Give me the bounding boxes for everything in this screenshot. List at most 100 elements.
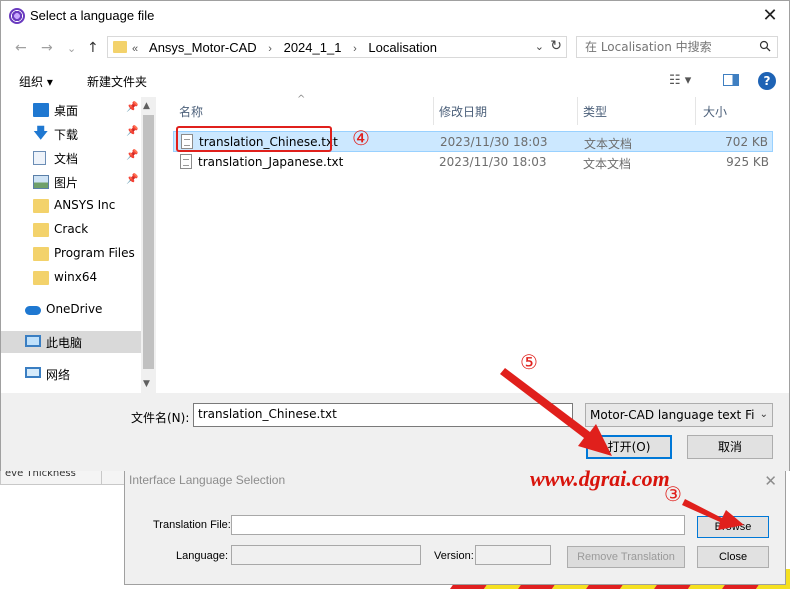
folder-icon — [33, 247, 49, 261]
sidebar-item-winx64[interactable]: winx64 — [1, 267, 141, 289]
select-language-file-dialog: Select a language file ✕ ← → ⌄ ↑ « Ansys… — [0, 0, 790, 471]
recent-locations-chevron-icon[interactable]: ⌄ — [67, 42, 76, 55]
refresh-icon[interactable]: ↻ — [550, 38, 562, 54]
change-view-icon[interactable]: ☷ ▾ — [669, 73, 691, 88]
address-box[interactable]: « Ansys_Motor-CAD › 2024_1_1 › Localisat… — [107, 36, 567, 58]
help-icon[interactable]: ? — [758, 72, 776, 90]
pin-icon: 📌 — [126, 126, 139, 137]
version-label: Version: — [434, 550, 474, 562]
pin-icon: 📌 — [126, 174, 139, 185]
sidebar-item-onedrive[interactable]: OneDrive — [1, 299, 141, 321]
search-input[interactable] — [577, 37, 753, 57]
sidebar-item-label: 网络 — [46, 368, 71, 382]
new-folder-button[interactable]: 新建文件夹 — [87, 73, 147, 90]
sidebar-item-label: OneDrive — [46, 302, 103, 316]
sidebar-item-label: 此电脑 — [46, 336, 83, 350]
picture-icon — [33, 175, 49, 189]
language-dialog-title: Interface Language Selection — [129, 473, 286, 487]
column-divider[interactable] — [577, 97, 578, 125]
breadcrumb-separator-icon[interactable]: › — [353, 43, 357, 55]
step-4-marker: ④ — [352, 126, 370, 150]
folder-icon — [113, 41, 127, 53]
sidebar-item-label: 下载 — [54, 128, 79, 142]
filetype-value: Motor-CAD language text Fi — [590, 408, 755, 422]
filename-input[interactable]: translation_Chinese.txt — [193, 403, 573, 427]
open-button[interactable]: 打开(O) — [586, 435, 672, 459]
text-file-icon — [180, 154, 192, 169]
sidebar-item-label: ANSYS Inc — [54, 198, 116, 212]
file-row[interactable]: translation_Japanese.txt 2023/11/30 18:0… — [173, 152, 773, 173]
pin-icon: 📌 — [126, 102, 139, 113]
folder-icon — [33, 271, 49, 285]
desktop-icon — [33, 103, 49, 117]
watermark: www.dgrai.com — [530, 466, 670, 491]
sidebar-item-label: winx64 — [54, 270, 98, 284]
up-arrow-icon[interactable]: ↑ — [87, 40, 99, 56]
sidebar-item-downloads[interactable]: 🡇 下载 📌 — [1, 123, 141, 145]
folder-icon — [33, 223, 49, 237]
version-field[interactable] — [475, 545, 551, 565]
preview-pane-icon[interactable] — [723, 74, 739, 86]
organize-button[interactable]: 组织 ▾ — [19, 73, 53, 90]
command-toolbar: 组织 ▾ 新建文件夹 ☷ ▾ ? — [1, 65, 789, 95]
scrollbar-thumb[interactable] — [143, 115, 154, 369]
chevron-down-icon: ⌄ — [757, 409, 768, 420]
breadcrumb-overflow-icon[interactable]: « — [132, 43, 138, 55]
sidebar-item-ansys-inc[interactable]: ANSYS Inc — [1, 195, 141, 217]
breadcrumb-item[interactable]: Localisation — [368, 40, 437, 55]
dialog-title: Select a language file — [30, 8, 155, 23]
address-bar-row: ← → ⌄ ↑ « Ansys_Motor-CAD › 2024_1_1 › L… — [1, 32, 789, 62]
column-header-name[interactable]: 名称 — [179, 103, 203, 120]
language-label: Language: — [176, 550, 228, 562]
sidebar-item-pictures[interactable]: 图片 📌 — [1, 171, 141, 193]
breadcrumb-separator-icon[interactable]: › — [268, 43, 272, 55]
file-size: 702 KB — [725, 135, 768, 149]
breadcrumb: « Ansys_Motor-CAD › 2024_1_1 › Localisat… — [132, 40, 445, 55]
language-dialog-close-icon[interactable]: ✕ — [764, 472, 777, 490]
file-type: 文本文档 — [583, 157, 632, 171]
breadcrumb-item[interactable]: 2024_1_1 — [284, 40, 342, 55]
document-icon — [33, 151, 46, 165]
sidebar-item-crack[interactable]: Crack — [1, 219, 141, 241]
computer-icon — [25, 335, 41, 347]
sidebar-item-program-files[interactable]: Program Files — [1, 243, 141, 265]
remove-translation-button[interactable]: Remove Translation — [567, 546, 685, 568]
file-modified: 2023/11/30 18:03 — [439, 155, 547, 169]
column-header-type[interactable]: 类型 — [583, 103, 607, 120]
cancel-button[interactable]: 取消 — [687, 435, 773, 459]
sidebar-item-documents[interactable]: 文档 📌 — [1, 147, 141, 169]
sidebar-scrollbar[interactable]: ▲ ▼ — [141, 97, 156, 393]
language-field[interactable] — [231, 545, 421, 565]
column-divider[interactable] — [433, 97, 434, 125]
address-history-chevron-icon[interactable]: ⌄ — [535, 40, 544, 53]
step-5-marker: ⑤ — [520, 350, 538, 374]
search-icon[interactable] — [759, 40, 771, 52]
dialog-footer: 文件名(N): translation_Chinese.txt Motor-CA… — [1, 393, 789, 471]
back-arrow-icon[interactable]: ← — [15, 40, 27, 56]
sidebar-item-label: 图片 — [54, 176, 79, 190]
motor-cad-app-icon — [9, 8, 25, 24]
browse-button[interactable]: Browse — [697, 516, 769, 538]
sidebar-item-this-pc[interactable]: 此电脑 — [1, 331, 141, 353]
dialog-titlebar: Select a language file ✕ — [1, 1, 789, 31]
sidebar-item-desktop[interactable]: 桌面 📌 — [1, 99, 141, 121]
sidebar-item-label: Crack — [54, 222, 89, 236]
close-button[interactable]: Close — [697, 546, 769, 568]
column-header-modified[interactable]: 修改日期 — [439, 103, 487, 120]
dialog-close-icon[interactable]: ✕ — [759, 5, 781, 27]
sidebar-item-network[interactable]: 网络 — [1, 363, 141, 385]
column-header-size[interactable]: 大小 — [703, 103, 727, 120]
download-icon: 🡇 — [33, 124, 49, 142]
column-divider[interactable] — [695, 97, 696, 125]
forward-arrow-icon[interactable]: → — [41, 40, 53, 56]
scroll-down-icon[interactable]: ▼ — [143, 379, 150, 389]
breadcrumb-item[interactable]: Ansys_Motor-CAD — [149, 40, 257, 55]
file-modified: 2023/11/30 18:03 — [440, 135, 548, 149]
cloud-icon — [25, 306, 41, 315]
file-size: 925 KB — [726, 155, 769, 169]
translation-file-field[interactable] — [231, 515, 685, 535]
scroll-up-icon[interactable]: ▲ — [143, 101, 150, 111]
language-selection-dialog: Interface Language Selection ✕ Translati… — [124, 470, 786, 585]
filetype-select[interactable]: Motor-CAD language text Fi ⌄ — [585, 403, 773, 427]
folder-icon — [33, 199, 49, 213]
